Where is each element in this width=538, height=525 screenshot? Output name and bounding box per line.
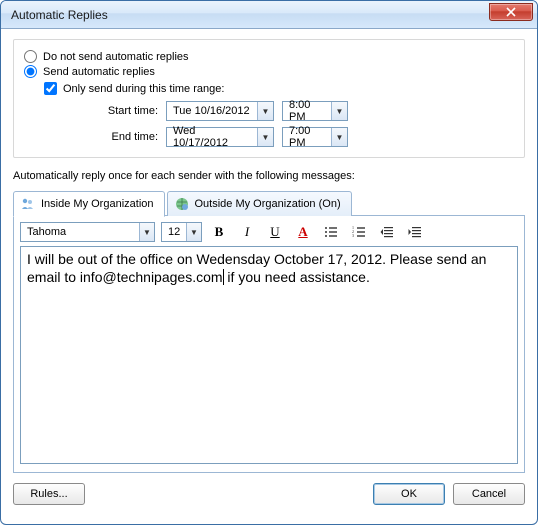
- font-color-button[interactable]: A: [292, 222, 314, 242]
- message-text-after: if you need assistance.: [224, 269, 370, 285]
- end-time-label: End time:: [78, 131, 158, 143]
- end-date-combo[interactable]: Wed 10/17/2012 ▼: [166, 127, 274, 147]
- chevron-down-icon: ▼: [331, 102, 347, 120]
- ok-button[interactable]: OK: [373, 483, 445, 505]
- underline-button[interactable]: U: [264, 222, 286, 242]
- font-family-combo[interactable]: Tahoma ▼: [20, 222, 155, 242]
- globe-people-icon: [174, 196, 190, 212]
- end-date-value: Wed 10/17/2012: [167, 125, 257, 149]
- chevron-down-icon: ▼: [257, 128, 273, 146]
- radio-do-not-send-label: Do not send automatic replies: [43, 51, 189, 63]
- chevron-down-icon: ▼: [331, 128, 347, 146]
- start-time-combo[interactable]: 8:00 PM ▼: [282, 101, 348, 121]
- italic-button[interactable]: I: [236, 222, 258, 242]
- window-title: Automatic Replies: [11, 8, 108, 22]
- radio-send[interactable]: Send automatic replies: [24, 65, 514, 78]
- end-time-combo[interactable]: 7:00 PM ▼: [282, 127, 348, 147]
- chevron-down-icon: ▼: [139, 223, 154, 241]
- people-inside-icon: [20, 196, 36, 212]
- checkbox-time-range-label: Only send during this time range:: [63, 83, 224, 95]
- start-time-value: 8:00 PM: [283, 99, 331, 123]
- bullet-list-button[interactable]: [320, 222, 342, 242]
- decrease-indent-button[interactable]: [376, 222, 398, 242]
- radio-send-input[interactable]: [24, 65, 37, 78]
- increase-indent-button[interactable]: [404, 222, 426, 242]
- start-time-label: Start time:: [78, 105, 158, 117]
- bold-button[interactable]: B: [208, 222, 230, 242]
- start-date-combo[interactable]: Tue 10/16/2012 ▼: [166, 101, 274, 121]
- tab-outside-label: Outside My Organization (On): [195, 198, 341, 210]
- font-size-value: 12: [162, 226, 186, 238]
- radio-do-not-send[interactable]: Do not send automatic replies: [24, 50, 514, 63]
- checkbox-time-range[interactable]: Only send during this time range:: [44, 82, 514, 95]
- numbered-list-button[interactable]: 123: [348, 222, 370, 242]
- rules-button[interactable]: Rules...: [13, 483, 85, 505]
- tab-outside-org[interactable]: Outside My Organization (On): [167, 191, 352, 216]
- chevron-down-icon: ▼: [257, 102, 273, 120]
- svg-text:3: 3: [352, 233, 354, 238]
- cancel-button[interactable]: Cancel: [453, 483, 525, 505]
- chevron-down-icon: ▼: [186, 223, 201, 241]
- tab-inside-org[interactable]: Inside My Organization: [13, 191, 165, 217]
- checkbox-time-range-input[interactable]: [44, 82, 57, 95]
- close-icon: [506, 7, 516, 17]
- start-date-value: Tue 10/16/2012: [167, 105, 257, 117]
- tab-inside-label: Inside My Organization: [41, 198, 154, 210]
- end-time-value: 7:00 PM: [283, 125, 331, 149]
- font-size-combo[interactable]: 12 ▼: [161, 222, 202, 242]
- message-editor[interactable]: I will be out of the office on Wedensday…: [20, 246, 518, 464]
- radio-do-not-send-input[interactable]: [24, 50, 37, 63]
- font-family-value: Tahoma: [21, 226, 139, 238]
- radio-send-label: Send automatic replies: [43, 66, 155, 78]
- close-button[interactable]: [489, 3, 533, 21]
- section-label: Automatically reply once for each sender…: [13, 170, 525, 182]
